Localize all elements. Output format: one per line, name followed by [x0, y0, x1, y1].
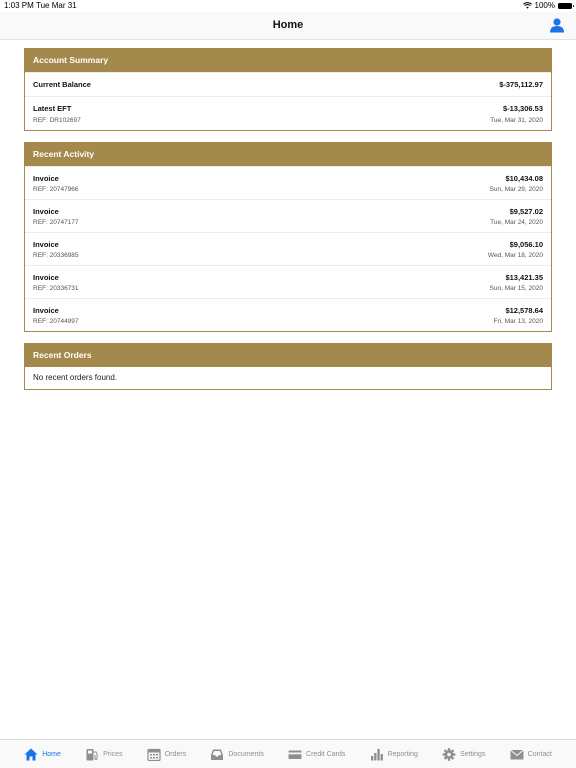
- tab-documents-label: Documents: [228, 750, 264, 758]
- recent-orders-header: Recent Orders: [25, 344, 551, 367]
- tab-settings-label: Settings: [460, 750, 486, 758]
- tab-prices-label: Prices: [103, 750, 123, 758]
- user-profile-button[interactable]: [549, 17, 565, 33]
- latest-eft-date: Tue, Mar 31, 2020: [490, 117, 543, 124]
- recent-orders-empty-text: No recent orders found.: [33, 373, 118, 382]
- current-balance-value: $-375,112.97: [499, 80, 543, 89]
- activity-ref: REF: 20336985: [33, 252, 79, 259]
- home-icon: [24, 748, 38, 760]
- activity-date: Wed, Mar 18, 2020: [487, 252, 543, 259]
- activity-type: Invoice: [33, 306, 59, 315]
- activity-row[interactable]: Invoice $12,578.64 REF: 20744997 Fri, Ma…: [25, 298, 551, 331]
- tab-settings[interactable]: Settings: [442, 747, 486, 761]
- activity-ref: REF: 20336731: [33, 285, 79, 292]
- recent-activity-header: Recent Activity: [25, 143, 551, 166]
- latest-eft-row[interactable]: Latest EFT $-13,306.53 REF: DR102697 Tue…: [25, 96, 551, 130]
- tab-prices[interactable]: Prices: [85, 748, 123, 761]
- battery-percent: 100%: [534, 1, 555, 10]
- activity-date: Fri, Mar 13, 2020: [493, 318, 544, 325]
- activity-type: Invoice: [33, 207, 59, 216]
- latest-eft-value: $-13,306.53: [502, 104, 543, 113]
- activity-type: Invoice: [33, 273, 59, 282]
- activity-date: Sun, Mar 29, 2020: [489, 186, 543, 193]
- activity-row[interactable]: Invoice $13,421.35 REF: 20336731 Sun, Ma…: [25, 265, 551, 298]
- tab-home-label: Home: [42, 750, 61, 758]
- activity-amount: $13,421.35: [505, 273, 543, 282]
- gear-icon: [442, 747, 456, 761]
- current-balance-row[interactable]: Current Balance $-375,112.97: [25, 72, 551, 96]
- activity-type: Invoice: [33, 240, 59, 249]
- activity-ref: REF: 20747966: [33, 186, 79, 193]
- tab-reporting-label: Reporting: [387, 750, 418, 758]
- tab-contact[interactable]: Contact: [509, 748, 552, 761]
- tab-orders-label: Orders: [164, 750, 187, 758]
- bar-chart-icon: [370, 748, 383, 760]
- tab-bar: Home Prices Orders Documents Credit Card…: [0, 739, 576, 768]
- inbox-icon: [211, 749, 224, 760]
- wifi-icon: [522, 2, 532, 9]
- activity-row[interactable]: Invoice $9,056.10 REF: 20336985 Wed, Mar…: [25, 232, 551, 265]
- battery-icon: [558, 2, 574, 9]
- latest-eft-label: Latest EFT: [33, 104, 72, 113]
- activity-amount: $10,434.08: [505, 174, 543, 183]
- activity-type: Invoice: [33, 174, 59, 183]
- page-title: Home: [272, 19, 304, 31]
- user-icon: [550, 18, 564, 33]
- tab-orders[interactable]: Orders: [147, 748, 186, 761]
- tab-home[interactable]: Home: [24, 748, 61, 761]
- activity-amount: $9,056.10: [509, 240, 543, 249]
- navigation-bar: Home: [0, 12, 576, 40]
- activity-ref: REF: 20747177: [33, 219, 79, 226]
- tab-contact-label: Contact: [527, 750, 552, 758]
- tab-credit-cards-label: Credit Cards: [306, 750, 346, 758]
- tab-credit-cards[interactable]: Credit Cards: [288, 748, 345, 761]
- tab-reporting[interactable]: Reporting: [370, 748, 418, 761]
- activity-row[interactable]: Invoice $10,434.08 REF: 20747966 Sun, Ma…: [25, 166, 551, 199]
- current-balance-label: Current Balance: [33, 80, 91, 89]
- recent-orders-card: Recent Orders No recent orders found.: [24, 343, 552, 390]
- fuel-pump-icon: [86, 748, 98, 760]
- status-time: 1:03 PM: [4, 1, 34, 10]
- activity-amount: $12,578.64: [505, 306, 543, 315]
- activity-date: Sun, Mar 15, 2020: [489, 285, 543, 292]
- account-summary-card: Account Summary Current Balance $-375,11…: [24, 48, 552, 131]
- credit-card-icon: [288, 750, 302, 759]
- recent-activity-card: Recent Activity Invoice $10,434.08 REF: …: [24, 142, 552, 332]
- calendar-icon: [147, 748, 161, 761]
- status-bar: 1:03 PM Tue Mar 31 100%: [0, 0, 576, 12]
- activity-amount: $9,527.02: [509, 207, 543, 216]
- tab-documents[interactable]: Documents: [210, 748, 264, 761]
- status-date: Tue Mar 31: [36, 1, 77, 10]
- latest-eft-ref: REF: DR102697: [33, 117, 81, 124]
- activity-row[interactable]: Invoice $9,527.02 REF: 20747177 Tue, Mar…: [25, 199, 551, 232]
- envelope-icon: [509, 749, 524, 759]
- status-right: 100%: [522, 1, 574, 10]
- activity-date: Tue, Mar 24, 2020: [490, 219, 543, 226]
- main-content: Account Summary Current Balance $-375,11…: [24, 48, 552, 401]
- activity-ref: REF: 20744997: [33, 318, 79, 325]
- account-summary-header: Account Summary: [25, 49, 551, 72]
